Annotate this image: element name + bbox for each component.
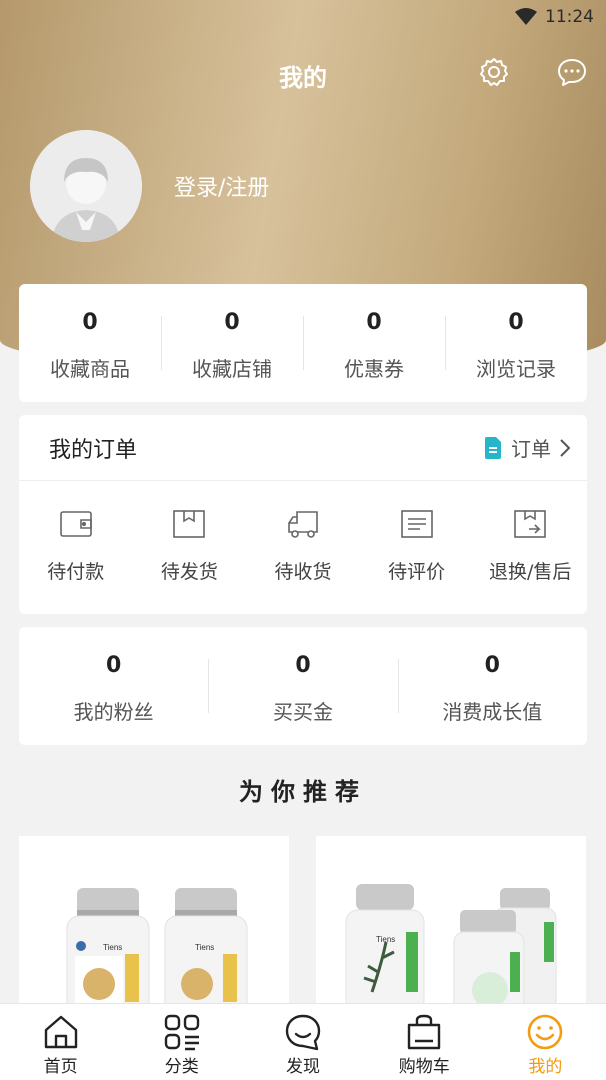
order-status-row: 待付款 待发货 待收货 待评价 退换/售后 bbox=[19, 481, 587, 614]
recommend-title: 为你推荐 bbox=[239, 778, 367, 806]
return-icon bbox=[513, 507, 547, 541]
svg-text:Tiens: Tiens bbox=[376, 935, 395, 944]
order-pending-shipment[interactable]: 待发货 bbox=[133, 481, 247, 614]
order-pending-review[interactable]: 待评价 bbox=[360, 481, 474, 614]
tab-label: 购物车 bbox=[398, 1057, 450, 1077]
orders-header: 我的订单 订单 bbox=[19, 415, 587, 481]
stat-label: 收藏店铺 bbox=[192, 357, 272, 381]
order-pending-payment[interactable]: 待付款 bbox=[19, 481, 133, 614]
stat-fans[interactable]: 0 我的粉丝 bbox=[19, 627, 208, 745]
chevron-right-icon bbox=[559, 438, 571, 458]
order-status-label: 待收货 bbox=[274, 561, 332, 583]
order-pending-receipt[interactable]: 待收货 bbox=[246, 481, 360, 614]
orders-title: 我的订单 bbox=[49, 437, 138, 463]
status-time: 11:24 bbox=[545, 7, 594, 27]
box-icon bbox=[172, 507, 206, 541]
tab-label: 我的 bbox=[528, 1057, 563, 1077]
stat-label: 优惠券 bbox=[344, 357, 404, 381]
status-bar: 11:24 bbox=[0, 0, 606, 34]
stat-maimai-gold[interactable]: 0 买买金 bbox=[208, 627, 397, 745]
login-register-link[interactable]: 登录/注册 bbox=[174, 170, 269, 202]
wallet-icon bbox=[59, 507, 93, 541]
my-orders-card: 我的订单 订单 待付款 待发货 待收货 待评价 退换/售后 bbox=[19, 415, 587, 614]
stat-favorite-shops[interactable]: 0 收藏店铺 bbox=[161, 284, 303, 402]
tab-discover[interactable]: 发现 bbox=[242, 1004, 363, 1080]
svg-text:Tiens: Tiens bbox=[195, 943, 214, 952]
stat-browse-history[interactable]: 0 浏览记录 bbox=[445, 284, 587, 402]
profile-smile-icon bbox=[526, 1012, 564, 1052]
wifi-icon bbox=[515, 8, 537, 26]
all-orders-label: 订单 bbox=[511, 437, 551, 461]
product-card[interactable]: Tiens Tiens bbox=[19, 836, 289, 1006]
tab-cart[interactable]: 购物车 bbox=[364, 1004, 485, 1080]
product-image: Tiens bbox=[345, 884, 425, 1006]
discover-icon bbox=[284, 1012, 322, 1052]
tab-category[interactable]: 分类 bbox=[121, 1004, 242, 1080]
stat-value: 0 bbox=[508, 310, 524, 335]
stat-favorite-products[interactable]: 0 收藏商品 bbox=[19, 284, 161, 402]
stat-value: 0 bbox=[295, 653, 311, 678]
stat-value: 0 bbox=[82, 310, 98, 335]
order-status-label: 待评价 bbox=[388, 561, 446, 583]
home-icon bbox=[42, 1012, 80, 1052]
order-doc-icon bbox=[483, 436, 503, 459]
settings-icon[interactable] bbox=[476, 54, 512, 90]
cart-icon bbox=[405, 1012, 443, 1052]
stat-label: 消费成长值 bbox=[442, 700, 543, 724]
product-card[interactable]: Tiens bbox=[316, 836, 586, 1006]
stat-label: 浏览记录 bbox=[476, 357, 556, 381]
stat-value: 0 bbox=[366, 310, 382, 335]
stat-label: 收藏商品 bbox=[50, 357, 130, 381]
product-image: Tiens bbox=[66, 888, 150, 1006]
truck-icon bbox=[285, 507, 321, 541]
stat-value: 0 bbox=[224, 310, 240, 335]
order-status-label: 退换/售后 bbox=[488, 561, 572, 583]
tab-label: 首页 bbox=[43, 1057, 78, 1077]
tab-label: 发现 bbox=[286, 1057, 320, 1077]
stat-value: 0 bbox=[106, 653, 122, 678]
tab-profile[interactable]: 我的 bbox=[485, 1004, 606, 1080]
order-status-label: 待付款 bbox=[47, 561, 105, 583]
tab-label: 分类 bbox=[164, 1057, 199, 1077]
stat-label: 买买金 bbox=[272, 700, 333, 724]
review-icon bbox=[400, 507, 434, 541]
product-image bbox=[453, 888, 557, 1006]
svg-text:Tiens: Tiens bbox=[103, 943, 122, 952]
order-status-label: 待发货 bbox=[160, 561, 218, 583]
order-return-aftersale[interactable]: 退换/售后 bbox=[473, 481, 587, 614]
page-header: 我的 bbox=[0, 46, 606, 100]
all-orders-link[interactable]: 订单 bbox=[483, 433, 571, 462]
stat-label: 我的粉丝 bbox=[73, 700, 154, 724]
collection-stats-card: 0 收藏商品 0 收藏店铺 0 优惠券 0 浏览记录 bbox=[19, 284, 587, 402]
page-title: 我的 bbox=[279, 64, 327, 92]
message-icon[interactable] bbox=[554, 54, 590, 90]
category-icon bbox=[163, 1012, 201, 1052]
stat-value: 0 bbox=[484, 653, 500, 678]
social-stats-card: 0 我的粉丝 0 买买金 0 消费成长值 bbox=[19, 627, 587, 745]
bottom-tab-bar: 首页 分类 发现 购物车 我的 bbox=[0, 1003, 606, 1080]
stat-growth-value[interactable]: 0 消费成长值 bbox=[397, 627, 587, 745]
avatar[interactable] bbox=[30, 130, 142, 242]
tab-home[interactable]: 首页 bbox=[0, 1004, 121, 1080]
profile-section: 登录/注册 bbox=[30, 130, 269, 242]
product-image: Tiens bbox=[164, 888, 248, 1006]
stat-coupons[interactable]: 0 优惠券 bbox=[303, 284, 445, 402]
